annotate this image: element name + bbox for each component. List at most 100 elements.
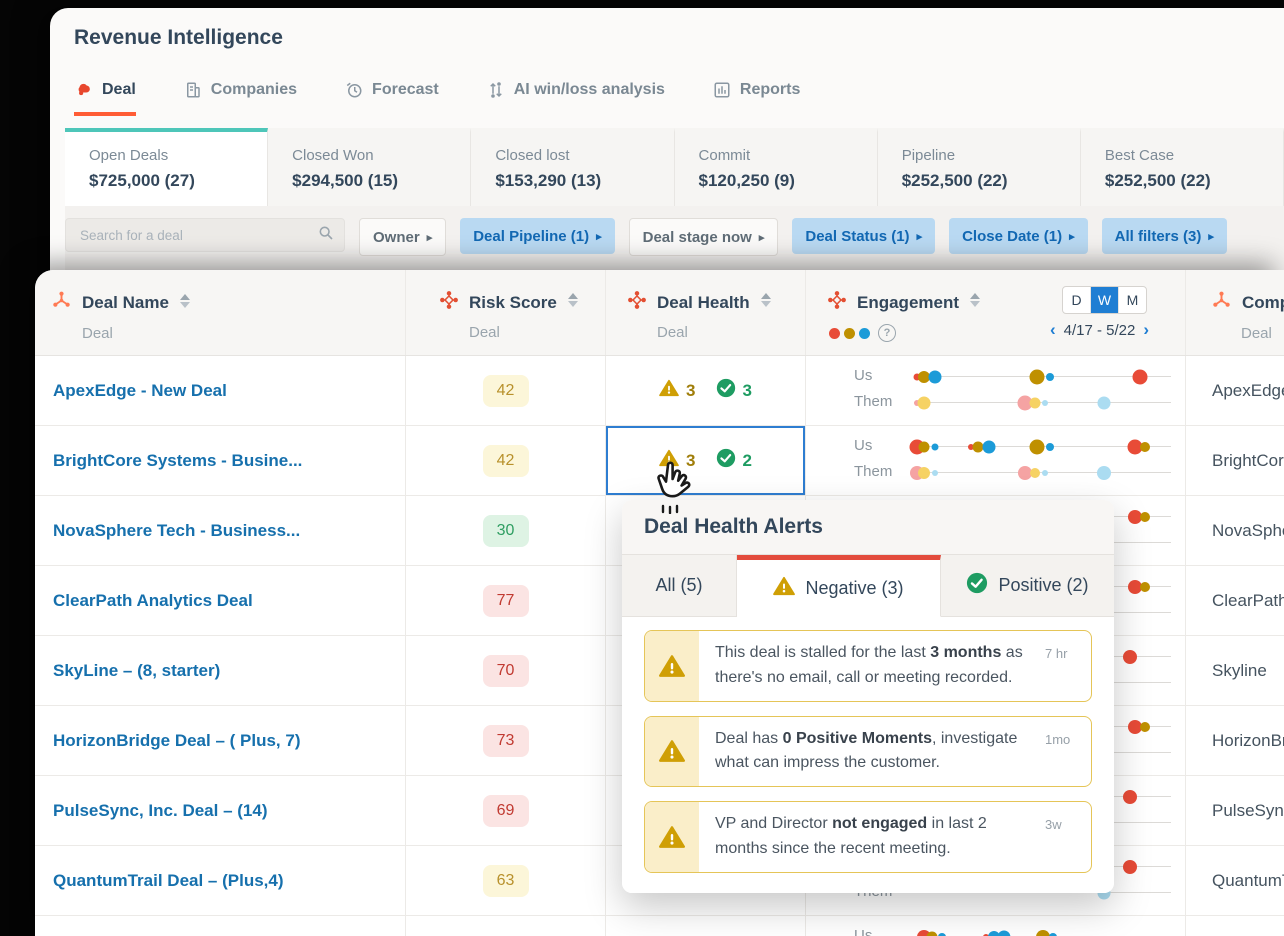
tab-companies[interactable]: Companies [184, 80, 297, 116]
positive-alerts-count[interactable]: 2 [716, 448, 752, 473]
engagement-us-label: Us [854, 437, 873, 454]
filter-bar: Search for a deal Owner ▸ Deal Pipeline (… [65, 206, 1284, 278]
engagement-dot-gold [918, 441, 930, 452]
deal-name-link[interactable]: PulseSync, Inc. Deal – (14) [35, 776, 405, 845]
filter-deal-pipeline[interactable]: Deal Pipeline (1) ▸ [460, 218, 615, 254]
engagement-timeline [909, 465, 1171, 480]
engagement-us-label: Us [854, 927, 873, 936]
summary-card-closed-won[interactable]: Closed Won $294,500 (15) [268, 128, 472, 206]
chevron-right-icon[interactable]: › [1143, 320, 1149, 340]
chevron-left-icon[interactable]: ‹ [1050, 320, 1056, 340]
deal-name-link[interactable]: SkyLine – (8, starter) [35, 636, 405, 705]
risk-score-badge: 69 [482, 794, 529, 827]
column-header-deal-health[interactable]: Deal Health Deal [605, 270, 805, 355]
chip-label: Deal stage now [642, 228, 752, 246]
popup-tabs: All (5) Negative (3) Positive (2) [622, 555, 1114, 617]
view-month-button[interactable]: M [1119, 287, 1146, 313]
risk-score-cell: 73 [405, 706, 605, 775]
help-icon[interactable]: ? [878, 324, 896, 342]
tab-label: Deal [102, 80, 136, 98]
company-cell: Skyline [1185, 636, 1284, 705]
alert-time: 1mo [1045, 731, 1071, 747]
engagement-dot-red [1122, 789, 1137, 804]
deal-health-cell[interactable]: 33 [605, 356, 805, 425]
deal-name-link[interactable]: ApexEdge - New Deal [35, 356, 405, 425]
deal-name-link[interactable] [35, 916, 405, 936]
companies-icon [184, 81, 202, 99]
summary-card-commit[interactable]: Commit $120,250 (9) [675, 128, 878, 206]
deal-health-cell[interactable] [605, 916, 805, 936]
negative-alerts-count[interactable]: 3 [659, 379, 696, 402]
tab-reports[interactable]: Reports [713, 80, 800, 116]
deal-name-link[interactable]: QuantumTrail Deal – (Plus,4) [35, 846, 405, 915]
popup-tab-all[interactable]: All (5) [622, 555, 737, 617]
warning-icon [659, 449, 679, 472]
risk-score-badge: 77 [482, 584, 529, 617]
risk-score-cell: 70 [405, 636, 605, 705]
tab-forecast[interactable]: Forecast [345, 80, 439, 116]
popup-tab-negative[interactable]: Negative (3) [737, 555, 941, 617]
filter-owner[interactable]: Owner ▸ [359, 218, 447, 256]
table-row: BrightCore Systems - Busine... 42 3 2 Us Them… [35, 426, 1284, 496]
view-week-button[interactable]: W [1091, 287, 1119, 313]
sort-icon[interactable] [969, 292, 981, 313]
column-subtitle: Deal [469, 324, 500, 341]
alert-text: Deal has 0 Positive Moments, investigate… [715, 729, 1018, 772]
engagement-dot-blue [1046, 442, 1055, 451]
popup-tab-positive[interactable]: Positive (2) [941, 555, 1114, 617]
column-header-deal-name[interactable]: Deal Name Deal [35, 270, 405, 355]
deal-name-link[interactable]: BrightCore Systems - Busine... [35, 426, 405, 495]
risk-score-badge: 30 [482, 514, 529, 547]
engagement-dot-lightblue [1042, 399, 1049, 406]
forecast-icon [345, 81, 363, 99]
engagement-dot-gold [926, 931, 938, 936]
positive-alerts-count[interactable]: 3 [716, 378, 752, 403]
company-cell: NovaSphere Tech [1185, 496, 1284, 565]
company-cell: ApexEdge [1185, 356, 1284, 425]
tab-deal[interactable]: Deal [74, 80, 136, 116]
filter-deal-stage[interactable]: Deal stage now ▸ [628, 218, 779, 256]
card-value: $252,500 (22) [1104, 171, 1211, 190]
search-input[interactable]: Search for a deal [65, 218, 345, 252]
summary-card-pipeline[interactable]: Pipeline $252,500 (22) [878, 128, 1081, 206]
sort-icon[interactable] [567, 292, 579, 313]
tab-label: AI win/loss analysis [513, 80, 665, 98]
card-value: $153,290 (13) [495, 171, 602, 190]
engagement-dot-gold [1140, 721, 1151, 732]
filter-all-filters[interactable]: All filters (3) ▸ [1101, 218, 1227, 254]
engagement-them-label: Them [854, 393, 893, 410]
search-icon [318, 225, 334, 246]
risk-score-cell: 63 [405, 846, 605, 915]
deal-name-link[interactable]: HorizonBridge Deal – ( Plus, 7) [35, 706, 405, 775]
column-header-engagement[interactable]: Engagement ? D W M ‹ 4/17 - 5/22 › [805, 270, 1185, 355]
caret-icon: ▸ [1208, 230, 1214, 243]
company-cell: HorizonBridge [1185, 706, 1284, 775]
sort-icon[interactable] [760, 292, 772, 313]
column-header-company[interactable]: Comp Deal [1185, 270, 1284, 355]
negative-alerts-count[interactable]: 3 [659, 449, 696, 472]
chip-label: Deal Status (1) [805, 227, 910, 245]
column-header-risk-score[interactable]: Risk Score Deal [405, 270, 605, 355]
card-value: $294,500 (15) [292, 171, 399, 190]
engagement-dot-red [1122, 649, 1137, 664]
summary-card-closed-lost[interactable]: Closed lost $153,290 (13) [471, 128, 675, 206]
card-label: Closed lost [495, 147, 570, 164]
filter-deal-status[interactable]: Deal Status (1) ▸ [792, 218, 936, 254]
risk-score-cell: 77 [405, 566, 605, 635]
view-day-button[interactable]: D [1063, 287, 1091, 313]
engagement-cell: Us Them [805, 356, 1185, 425]
filter-close-date[interactable]: Close Date (1) ▸ [949, 218, 1088, 254]
date-range: 4/17 - 5/22 [1063, 321, 1136, 339]
summary-card-best-case[interactable]: Best Case $252,500 (22) [1081, 128, 1284, 206]
check-circle-icon [716, 378, 736, 403]
summary-card-open-deals[interactable]: Open Deals $725,000 (27) [65, 128, 269, 206]
reports-icon [713, 81, 731, 99]
tab-ai-winloss[interactable]: AI win/loss analysis [487, 80, 665, 116]
sort-icon[interactable] [179, 293, 191, 314]
deal-name-link[interactable]: NovaSphere Tech - Business... [35, 496, 405, 565]
card-label: Best Case [1104, 147, 1175, 164]
check-circle-icon [966, 572, 988, 599]
deal-name-link[interactable]: ClearPath Analytics Deal [35, 566, 405, 635]
deal-health-cell[interactable]: 32 [605, 426, 805, 495]
engagement-them-label: Them [854, 463, 893, 480]
